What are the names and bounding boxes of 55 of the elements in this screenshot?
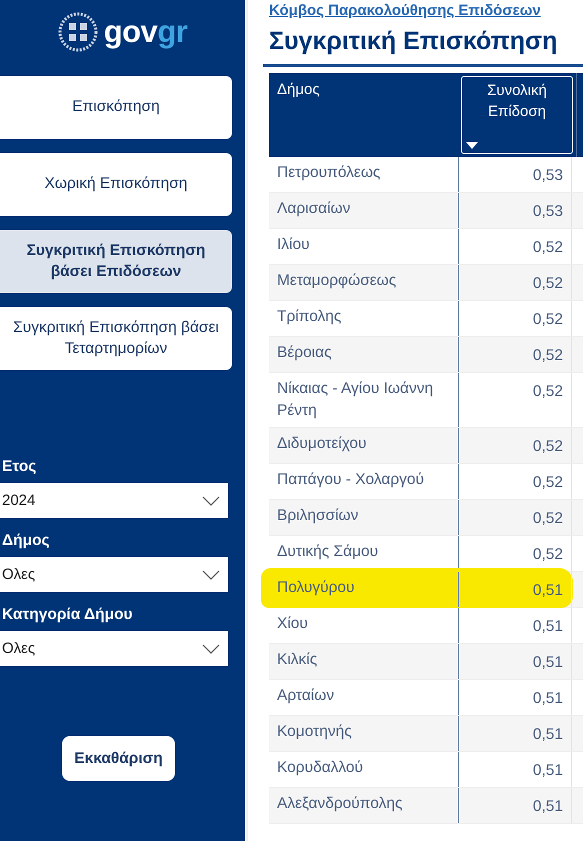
table-cell: Βέροιας: [269, 337, 459, 372]
table-cell: 0,51: [459, 788, 572, 823]
table-cell: 0,52: [459, 229, 572, 264]
table-cell: 0,52: [459, 337, 572, 372]
table-cell: 0,52: [459, 265, 572, 300]
page-title: Συγκριτική Επισκόπηση: [263, 27, 583, 67]
table-cell: Κορυδαλλού: [269, 752, 459, 787]
clear-button[interactable]: Εκκαθάριση: [62, 736, 175, 781]
table-cell: Λαρισαίων: [269, 193, 459, 228]
table-cell: 0,52: [459, 464, 572, 499]
nav-button[interactable]: Επισκόπηση: [0, 76, 232, 139]
filter-label: Κατηγορία Δήμου: [1, 605, 134, 625]
table-cell: Διδυμοτείχου: [269, 428, 459, 463]
nav-button[interactable]: Συγκριτική Επισκόπηση βάσει Επιδόσεων: [0, 230, 232, 293]
dropdown-field[interactable]: 2024: [0, 483, 228, 518]
table-cell: Τρίπολης: [269, 301, 459, 336]
filter-label: Ετος: [1, 458, 38, 477]
table-cell: 0,51: [459, 608, 572, 643]
table-cell: Αλεξανδρούπολης: [269, 788, 459, 823]
dropdown-field[interactable]: Ολες: [0, 557, 228, 592]
table-cell: Παπάγου - Χολαργού: [269, 464, 459, 499]
table-cell: 0,53: [459, 157, 572, 192]
table-cell: Αρταίων: [269, 680, 459, 715]
table-cell: Ιλίου: [269, 229, 459, 264]
dropdown-field[interactable]: Ολες: [0, 631, 228, 666]
table-cell: 0,52: [459, 373, 572, 427]
logo-wordmark: govgr: [104, 14, 188, 50]
chevron-down-icon: [202, 644, 220, 654]
column-header[interactable]: Δήμος: [269, 73, 459, 157]
table-cell: 0,51: [459, 644, 572, 679]
table-cell: Βριλησσίων: [269, 500, 459, 535]
table-cell: Πολυγύρου: [269, 572, 459, 607]
filter-label: Δήμος: [1, 531, 51, 551]
chevron-down-icon: [202, 570, 220, 580]
table-cell: Μεταμορφώσεως: [269, 265, 459, 300]
emblem-icon: [58, 12, 98, 52]
table-cell: 0,51: [459, 680, 572, 715]
column-header[interactable]: Συνολική Επίδοση: [461, 76, 573, 154]
table-cell: 0,52: [459, 301, 572, 336]
table-cell: Χίου: [269, 608, 459, 643]
table-cell: 0,51: [459, 716, 572, 751]
table-cell: Πετρουπόλεως: [269, 157, 459, 192]
nav-button[interactable]: Χωρική Επισκόπηση: [0, 153, 232, 216]
chevron-down-icon: [202, 496, 220, 506]
sort-descending-icon: [466, 142, 478, 149]
table-cell: Κιλκίς: [269, 644, 459, 679]
table-cell: 0,51: [459, 572, 572, 607]
table-cell: Κομοτηνής: [269, 716, 459, 751]
table-cell: 0,52: [459, 428, 572, 463]
table-cell: 0,51: [459, 752, 572, 787]
table-cell: Νίκαιας - Αγίου Ιωάννη Ρέντη: [269, 373, 459, 427]
breadcrumb-link[interactable]: Κόμβος Παρακολούθησης Επιδόσεων: [269, 2, 583, 19]
table-cell: 0,53: [459, 193, 572, 228]
nav-button[interactable]: Συγκριτική Επισκόπηση βάσει Τεταρτημορίων: [0, 307, 232, 370]
table-cell: 0,52: [459, 500, 572, 535]
